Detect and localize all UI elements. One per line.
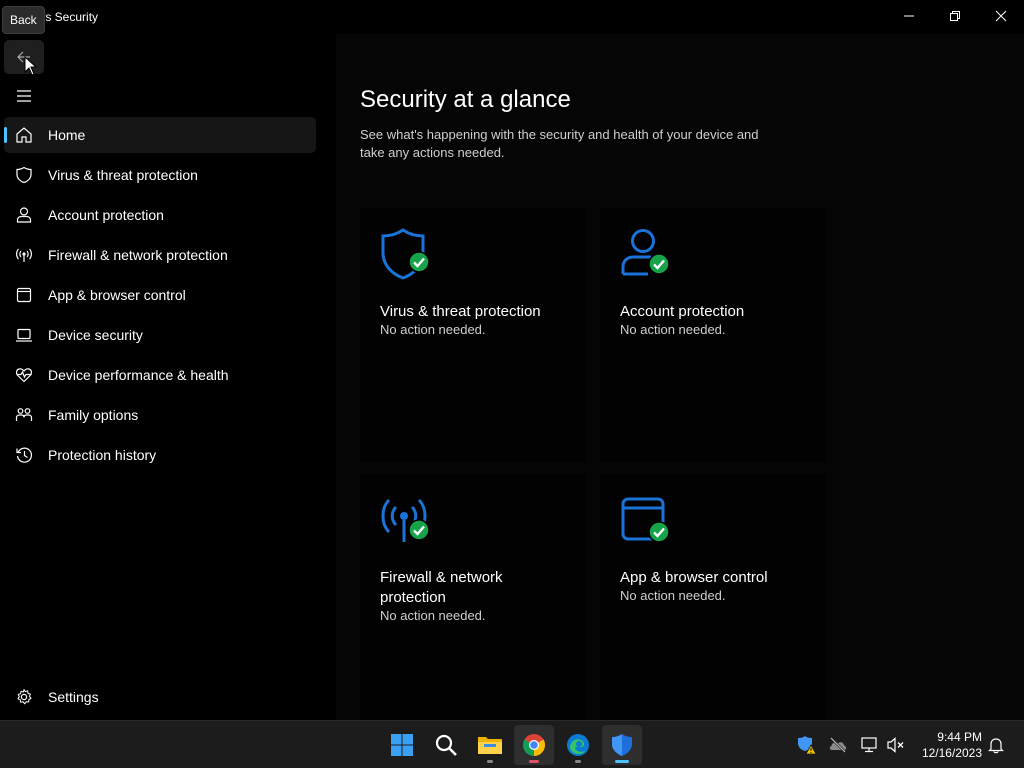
tray-onedrive-icon[interactable] (828, 735, 848, 755)
mouse-cursor-icon (24, 56, 38, 76)
laptop-icon (14, 325, 34, 345)
sidebar-item-family-options[interactable]: Family options (4, 397, 316, 433)
minimize-icon (904, 15, 914, 17)
sidebar-item-virus-threat[interactable]: Virus & threat protection (4, 157, 316, 193)
gear-icon (14, 687, 34, 707)
sidebar-item-label: Protection history (48, 447, 157, 463)
search-icon (435, 734, 457, 756)
windows-security-button[interactable] (602, 725, 642, 765)
card-status: No action needed. (380, 322, 486, 337)
sidebar-item-label: Family options (48, 407, 139, 423)
clock-time: 9:44 PM (937, 730, 982, 744)
sidebar-item-device-performance[interactable]: Device performance & health (4, 357, 316, 393)
card-firewall-network[interactable]: Firewall & network protection No action … (360, 474, 586, 720)
card-title: Virus & threat protection (380, 303, 541, 320)
taskbar: 9:44 PM 12/16/2023 (0, 720, 1024, 768)
windows-security-window: ows Security Back Home Virus & threat pr… (0, 0, 1024, 720)
card-virus-threat[interactable]: Virus & threat protection No action need… (360, 208, 586, 462)
shield-check-icon (381, 228, 430, 280)
edge-icon (567, 734, 589, 756)
card-status: No action needed. (620, 588, 726, 603)
file-explorer-icon (478, 737, 502, 754)
sidebar-item-label: Device performance & health (48, 367, 229, 383)
page-description: See what's happening with the security a… (360, 127, 759, 160)
person-icon (14, 205, 34, 225)
start-icon (391, 734, 413, 756)
sidebar-item-label: Settings (48, 689, 99, 705)
start-button[interactable] (382, 725, 422, 765)
close-button[interactable] (978, 0, 1024, 32)
sidebar-item-home[interactable]: Home (4, 117, 316, 153)
sidebar-item-protection-history[interactable]: Protection history (4, 437, 316, 473)
tray-network-icon[interactable] (860, 735, 880, 755)
sidebar-item-label: App & browser control (48, 287, 186, 303)
windows-security-icon (612, 734, 632, 756)
app-window-icon (14, 285, 34, 305)
main-content: Security at a glance See what's happenin… (336, 34, 1024, 720)
running-indicator (615, 760, 629, 763)
tray-volume-muted-icon[interactable] (886, 735, 906, 755)
antenna-icon (14, 245, 34, 265)
card-account-protection[interactable]: Account protection No action needed. (600, 208, 826, 462)
sidebar-item-settings[interactable]: Settings (4, 679, 316, 715)
sidebar-item-device-security[interactable]: Device security (4, 317, 316, 353)
close-icon (995, 10, 1007, 22)
sidebar-nav: Home Virus & threat protection Account p… (4, 117, 316, 477)
chrome-icon (523, 734, 545, 756)
back-tooltip: Back (2, 6, 45, 34)
card-app-browser[interactable]: App & browser control No action needed. (600, 474, 826, 720)
family-icon (14, 405, 34, 425)
running-indicator (575, 760, 581, 763)
running-indicator (487, 760, 493, 763)
browser-check-icon (621, 497, 670, 543)
antenna-check-icon (381, 498, 430, 542)
account-check-icon (621, 229, 670, 276)
card-title: Account protection (620, 303, 745, 320)
sidebar-item-label: Account protection (48, 207, 164, 223)
hamburger-menu-button[interactable] (4, 80, 44, 112)
sidebar-item-label: Virus & threat protection (48, 167, 198, 183)
clock-date: 12/16/2023 (921, 746, 982, 760)
minimize-button[interactable] (886, 0, 932, 32)
bell-icon (988, 738, 1004, 754)
card-title: App & browser control (620, 569, 768, 586)
sidebar-item-label: Firewall & network protection (48, 247, 228, 263)
home-icon (14, 125, 34, 145)
notification-button[interactable] (986, 735, 1006, 755)
title-bar: ows Security Back (0, 0, 1024, 34)
sidebar-item-label: Home (48, 127, 86, 143)
running-indicator (529, 760, 539, 763)
taskbar-clock[interactable]: 9:44 PM 12/16/2023 (912, 729, 982, 761)
page-title: Security at a glance (360, 86, 571, 113)
sidebar-item-account[interactable]: Account protection (4, 197, 316, 233)
hamburger-icon (17, 90, 31, 102)
heart-pulse-icon (14, 365, 34, 385)
sidebar-item-label: Device security (48, 327, 143, 343)
history-icon (14, 445, 34, 465)
sidebar-item-firewall[interactable]: Firewall & network protection (4, 237, 316, 273)
restore-icon (950, 11, 960, 21)
sidebar-item-app-browser[interactable]: App & browser control (4, 277, 316, 313)
shield-icon (14, 165, 34, 185)
card-title: Firewall & network protection (380, 569, 503, 606)
tray-security-warning-icon[interactable] (797, 735, 817, 755)
chrome-button[interactable] (514, 725, 554, 765)
edge-button[interactable] (558, 725, 598, 765)
window-controls (886, 0, 1024, 32)
restore-button[interactable] (932, 0, 978, 32)
taskbar-search-button[interactable] (426, 725, 466, 765)
card-status: No action needed. (620, 322, 726, 337)
file-explorer-button[interactable] (470, 725, 510, 765)
card-status: No action needed. (380, 608, 486, 623)
